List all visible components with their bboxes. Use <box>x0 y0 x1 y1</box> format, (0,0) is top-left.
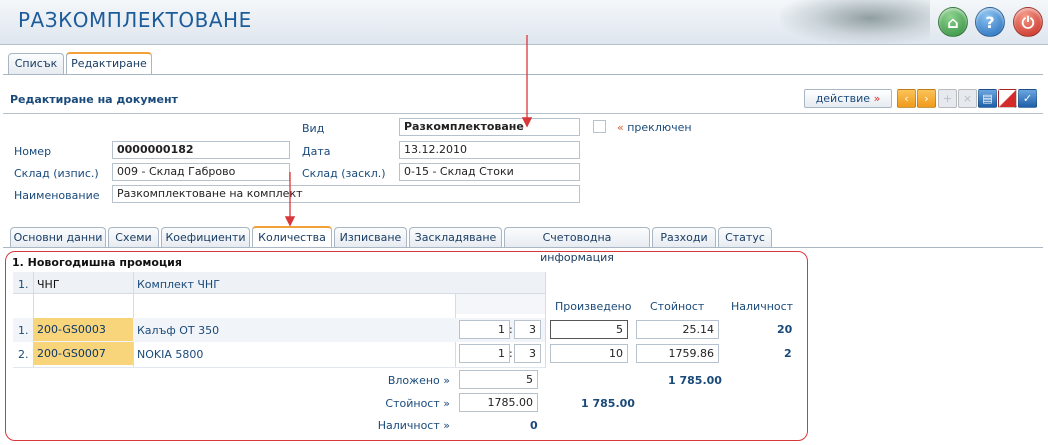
annotation-arrows <box>284 35 533 227</box>
